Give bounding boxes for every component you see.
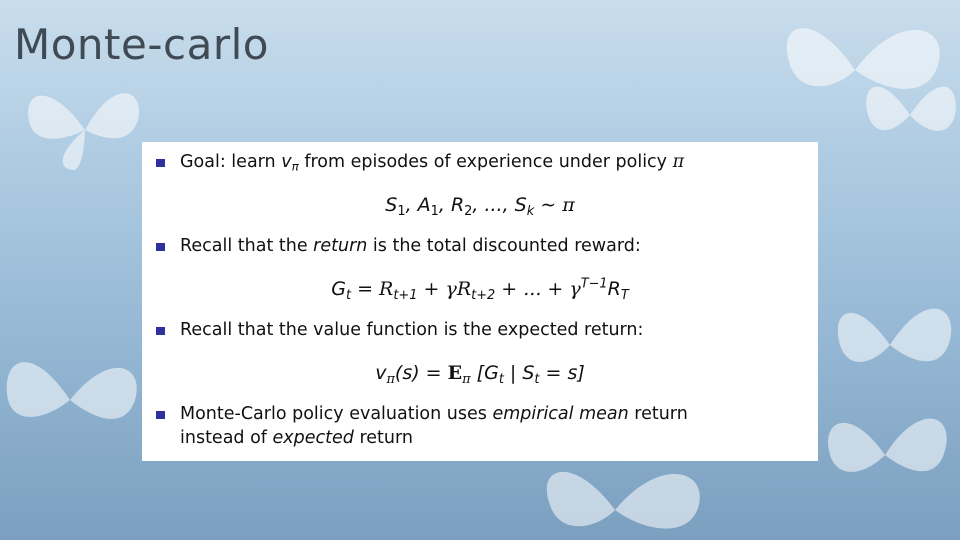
bullet-goal: Goal: learn vπ from episodes of experien… <box>156 150 808 174</box>
butterfly-icon <box>828 418 947 472</box>
formula-return: Gt = Rt+1 + γRt+2 + ... + γT−1RT <box>331 276 629 303</box>
formula-trajectory: S1, A1, R2, ..., Sk ∼ π <box>385 194 575 219</box>
butterfly-icon <box>6 362 137 419</box>
bullet-return: Recall that the return is the total disc… <box>156 234 808 258</box>
bullet-marker <box>156 243 165 251</box>
bullet-value-function: Recall that the value function is the ex… <box>156 318 808 342</box>
bullet-marker <box>156 411 165 419</box>
bullet-text: Recall that the return is the total disc… <box>180 236 641 256</box>
butterfly-icon <box>837 308 952 362</box>
butterfly-icon <box>866 86 956 131</box>
butterfly-icon <box>546 471 700 529</box>
bullet-text: Goal: learn vπ from episodes of experien… <box>180 152 685 174</box>
formula-value: vπ(s) = Eπ [Gt | St = s] <box>375 362 585 387</box>
butterfly-icon <box>28 93 140 170</box>
bullet-text: Recall that the value function is the ex… <box>180 320 644 340</box>
bullet-monte-carlo: Monte-Carlo policy evaluation uses empir… <box>156 402 808 450</box>
bullet-marker <box>156 159 165 167</box>
slide-title: Monte-carlo <box>14 20 269 69</box>
bullet-marker <box>156 327 165 335</box>
content-image: Goal: learn vπ from episodes of experien… <box>142 142 818 461</box>
bullet-text: Monte-Carlo policy evaluation uses empir… <box>180 404 688 448</box>
